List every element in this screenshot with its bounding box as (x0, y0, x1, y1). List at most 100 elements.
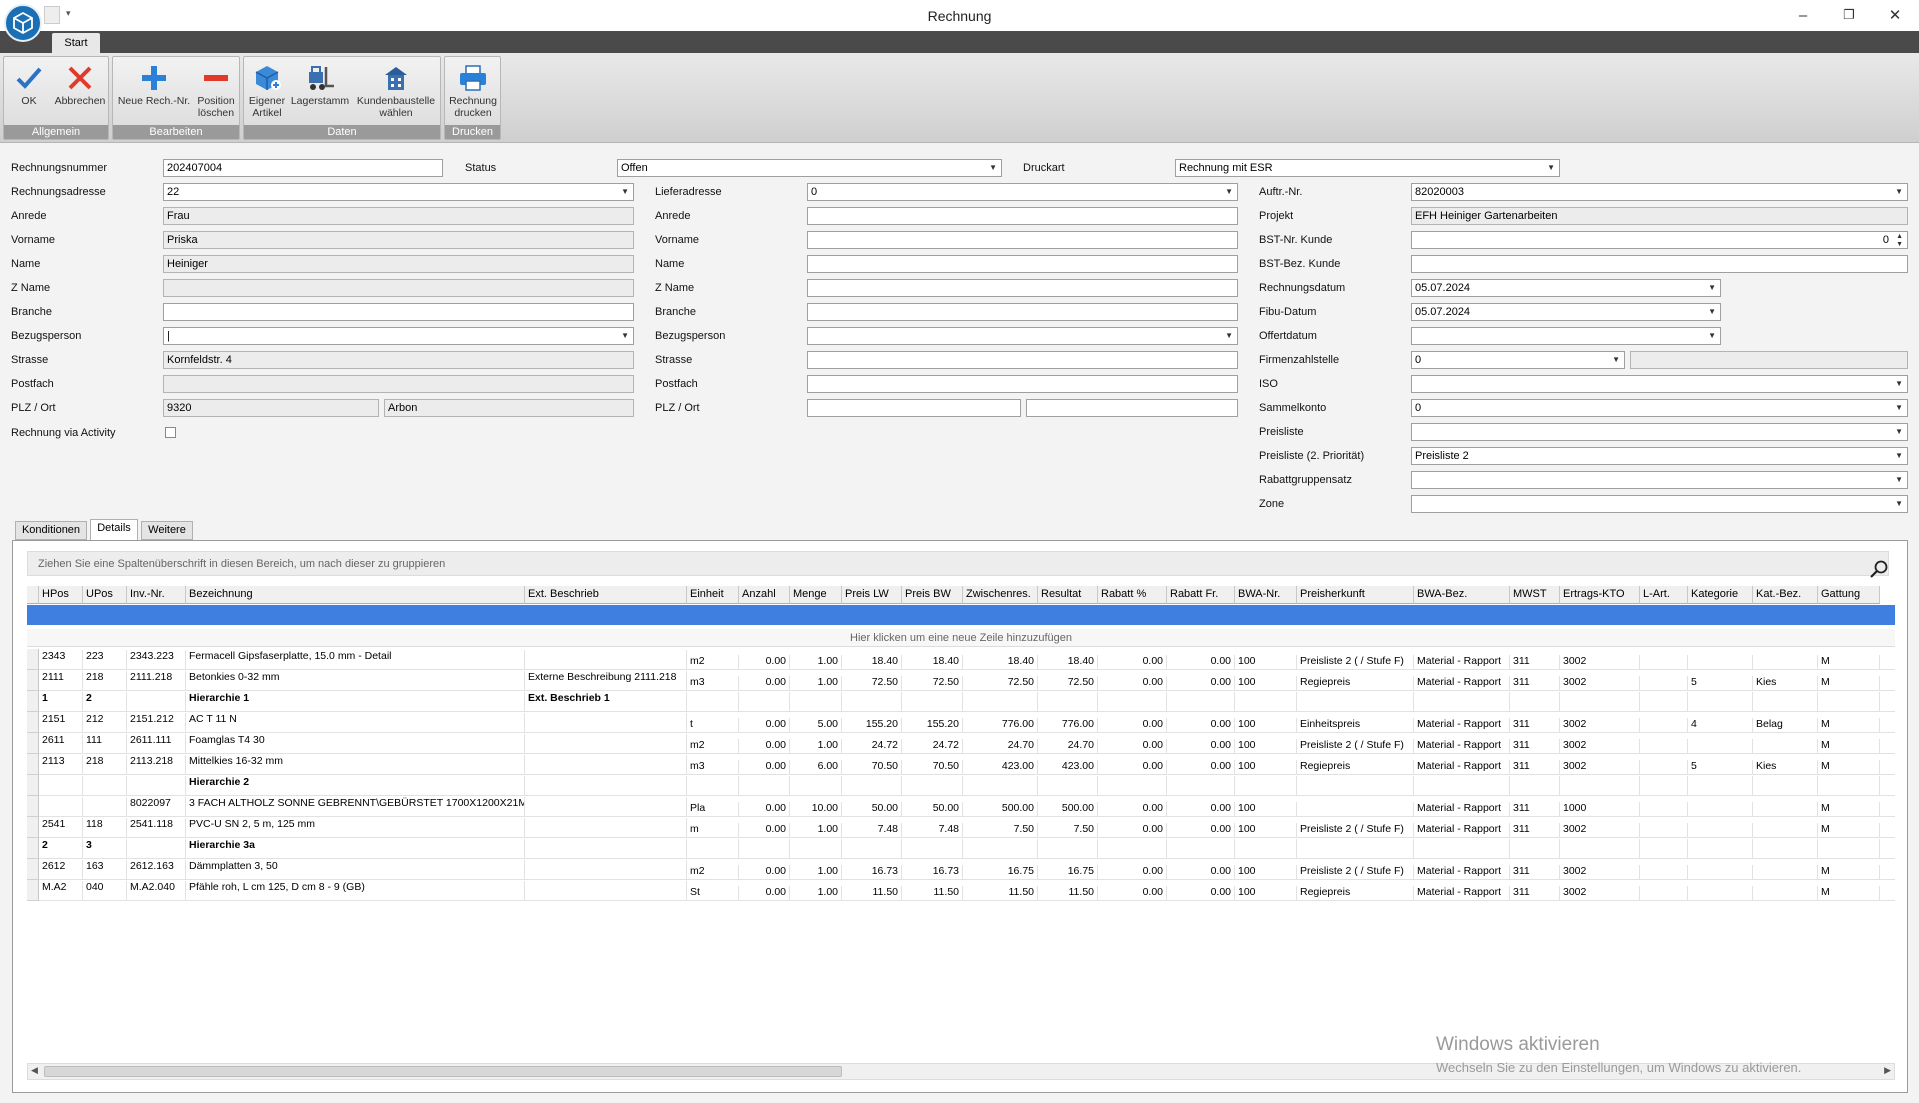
column-header-rf[interactable]: Rabatt Fr. (1167, 586, 1235, 604)
cell-inv[interactable]: 8022097 (127, 797, 186, 817)
lief-bezugsperson-dropdown[interactable]: ▼ (807, 327, 1238, 345)
cell-hpos[interactable]: 2151 (39, 713, 83, 733)
cell-rp[interactable]: 0.00 (1098, 676, 1167, 691)
cell-bez[interactable]: Foamglas T4 30 (186, 734, 525, 754)
cell-zw[interactable] (963, 776, 1038, 796)
cell-bwa[interactable] (1235, 839, 1297, 859)
column-header-bez[interactable]: Bezeichnung (186, 586, 525, 604)
group-by-area[interactable]: Ziehen Sie eine Spaltenüberschrift in di… (27, 551, 1889, 576)
name-field[interactable]: Heiniger (163, 255, 634, 273)
rechnungsadresse-dropdown[interactable]: 22 ▼ (163, 183, 634, 201)
lief-postfach-field[interactable] (807, 375, 1238, 393)
cell-bez[interactable]: Dämmplatten 3, 50 (186, 860, 525, 880)
cell-bwa[interactable]: 100 (1235, 760, 1297, 775)
cell-res[interactable]: 16.75 (1038, 865, 1098, 880)
cell-menge[interactable]: 1.00 (790, 655, 842, 670)
minimize-button[interactable]: – (1788, 4, 1818, 26)
cell-menge[interactable] (790, 839, 842, 859)
cell-anzahl[interactable]: 0.00 (739, 739, 790, 754)
cell-lart[interactable] (1640, 739, 1688, 754)
cell-ext[interactable] (525, 713, 687, 733)
cell-upos[interactable]: 2 (83, 692, 127, 712)
column-header-anzahl[interactable]: Anzahl (739, 586, 790, 604)
tab-konditionen[interactable]: Konditionen (15, 521, 87, 540)
cell-res[interactable]: 72.50 (1038, 676, 1098, 691)
cell-upos[interactable] (83, 797, 127, 817)
vorname-field[interactable]: Priska (163, 231, 634, 249)
cell-bez[interactable]: PVC-U SN 2, 5 m, 125 mm (186, 818, 525, 838)
cell-zw[interactable]: 16.75 (963, 865, 1038, 880)
cell-bwa[interactable]: 100 (1235, 676, 1297, 691)
cell-res[interactable]: 423.00 (1038, 760, 1098, 775)
column-header-einheit[interactable]: Einheit (687, 586, 739, 604)
lief-ort-field[interactable] (1026, 399, 1238, 417)
column-header-kto[interactable]: Ertrags-KTO (1560, 586, 1640, 604)
cell-menge[interactable]: 1.00 (790, 865, 842, 880)
postfach-field[interactable] (163, 375, 634, 393)
cell-einheit[interactable]: m (687, 823, 739, 838)
cell-plw[interactable]: 72.50 (842, 676, 902, 691)
cell-pbw[interactable]: 72.50 (902, 676, 963, 691)
cell-bez[interactable]: Hierarchie 3a (186, 839, 525, 859)
cell-katbez[interactable] (1753, 655, 1818, 670)
cell-anzahl[interactable] (739, 839, 790, 859)
cell-mwst[interactable]: 311 (1510, 823, 1560, 838)
cell-anzahl[interactable] (739, 776, 790, 796)
bezugsperson-dropdown[interactable]: | ▼ (163, 327, 634, 345)
cell-inv[interactable]: 2151.212 (127, 713, 186, 733)
cell-herk[interactable] (1297, 802, 1414, 817)
cell-mwst[interactable]: 311 (1510, 886, 1560, 901)
column-header-gatt[interactable]: Gattung (1818, 586, 1880, 604)
cell-einheit[interactable] (687, 692, 739, 712)
new-row-button[interactable]: Hier klicken um eine neue Zeile hinzuzuf… (27, 629, 1895, 647)
cell-mwst[interactable]: 311 (1510, 655, 1560, 670)
cell-rf[interactable]: 0.00 (1167, 886, 1235, 901)
cell-hpos[interactable] (39, 797, 83, 817)
row-indicator[interactable] (27, 775, 39, 796)
cell-herk[interactable]: Regiepreis (1297, 760, 1414, 775)
rabattgruppensatz-dropdown[interactable]: ▼ (1411, 471, 1908, 489)
cell-rf[interactable] (1167, 776, 1235, 796)
cell-bwa[interactable]: 100 (1235, 718, 1297, 733)
cell-katbez[interactable]: Belag (1753, 718, 1818, 733)
rechnung-drucken-button[interactable]: Rechnung drucken (447, 61, 499, 123)
cell-rp[interactable]: 0.00 (1098, 802, 1167, 817)
cell-bwa[interactable]: 100 (1235, 823, 1297, 838)
lief-plz-field[interactable] (807, 399, 1021, 417)
cell-bwabez[interactable]: Material - Rapport (1414, 676, 1510, 691)
cell-mwst[interactable]: 311 (1510, 718, 1560, 733)
cell-menge[interactable]: 1.00 (790, 823, 842, 838)
firmenzahlstelle-dropdown[interactable]: 0 ▼ (1411, 351, 1625, 369)
cell-plw[interactable]: 7.48 (842, 823, 902, 838)
filter-row[interactable] (27, 605, 1895, 625)
cell-anzahl[interactable]: 0.00 (739, 718, 790, 733)
cell-gatt[interactable]: M (1818, 760, 1880, 775)
cell-rf[interactable]: 0.00 (1167, 823, 1235, 838)
position-loeschen-button[interactable]: Position löschen (193, 61, 239, 123)
cell-bez[interactable]: Hierarchie 1 (186, 692, 525, 712)
cell-katbez[interactable]: Kies (1753, 676, 1818, 691)
cell-bwabez[interactable] (1414, 839, 1510, 859)
cell-rf[interactable] (1167, 692, 1235, 712)
cell-katbez[interactable]: Kies (1753, 760, 1818, 775)
cell-herk[interactable]: Einheitspreis (1297, 718, 1414, 733)
column-header-inv[interactable]: Inv.-Nr. (127, 586, 186, 604)
column-header-kat[interactable]: Kategorie (1688, 586, 1753, 604)
cell-hpos[interactable] (39, 776, 83, 796)
column-header-bwa[interactable]: BWA-Nr. (1235, 586, 1297, 604)
row-indicator[interactable] (27, 796, 39, 817)
cell-inv[interactable]: 2111.218 (127, 671, 186, 691)
cell-rp[interactable] (1098, 776, 1167, 796)
cell-plw[interactable]: 18.40 (842, 655, 902, 670)
lief-vorname-field[interactable] (807, 231, 1238, 249)
cell-bwabez[interactable]: Material - Rapport (1414, 760, 1510, 775)
close-button[interactable]: ✕ (1880, 4, 1910, 26)
cell-menge[interactable]: 1.00 (790, 886, 842, 901)
cell-gatt[interactable]: M (1818, 802, 1880, 817)
cell-gatt[interactable]: M (1818, 865, 1880, 880)
cell-rp[interactable]: 0.00 (1098, 655, 1167, 670)
cell-menge[interactable]: 1.00 (790, 676, 842, 691)
cell-pbw[interactable]: 11.50 (902, 886, 963, 901)
cell-gatt[interactable]: M (1818, 886, 1880, 901)
cell-inv[interactable] (127, 839, 186, 859)
